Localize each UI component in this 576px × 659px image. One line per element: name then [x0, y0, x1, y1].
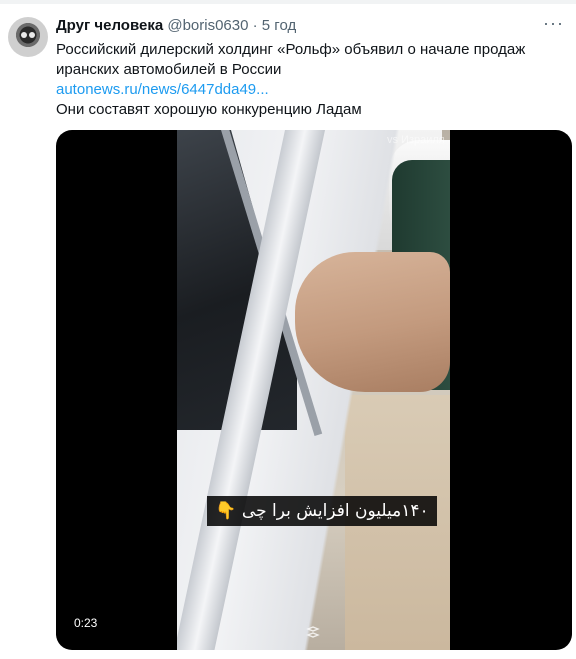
tweet[interactable]: Друг человека @boris0630 · 5 год ··· Рос… [0, 4, 576, 659]
author-handle[interactable]: @boris0630 [167, 17, 248, 34]
video-subtitle: ۱۴۰میلیون افزایش برا چی 👇 [207, 496, 437, 526]
tweet-text: Российский дилерский холдинг «Рольф» объ… [56, 40, 560, 120]
tweet-link[interactable]: autonews.ru/news/6447dda49... [56, 81, 269, 98]
video-hand [295, 252, 450, 392]
separator: · [252, 17, 258, 34]
avatar[interactable] [8, 17, 48, 57]
tweet-text-line: Российский дилерский холдинг «Рольф» объ… [56, 41, 526, 78]
video-player[interactable]: vs Израиля ۱۴۰میلیون افزایش برا چی 👇 0:2… [56, 130, 572, 650]
video-frame[interactable]: vs Израиля [177, 130, 450, 650]
avatar-eye-left [21, 32, 27, 38]
video-watermark: vs Израиля [387, 134, 445, 146]
author-name[interactable]: Друг человека [56, 17, 163, 34]
more-horizontal-icon[interactable]: ··· [543, 14, 564, 32]
tweet-header: Друг человека @boris0630 · 5 год [56, 17, 296, 34]
capcut-logo-icon [306, 626, 320, 638]
avatar-eye-right [29, 32, 35, 38]
timestamp[interactable]: 5 год [262, 17, 296, 34]
tweet-text-line: Они составят хорошую конкуренцию Ладам [56, 101, 362, 118]
video-duration: 0:23 [70, 614, 102, 632]
